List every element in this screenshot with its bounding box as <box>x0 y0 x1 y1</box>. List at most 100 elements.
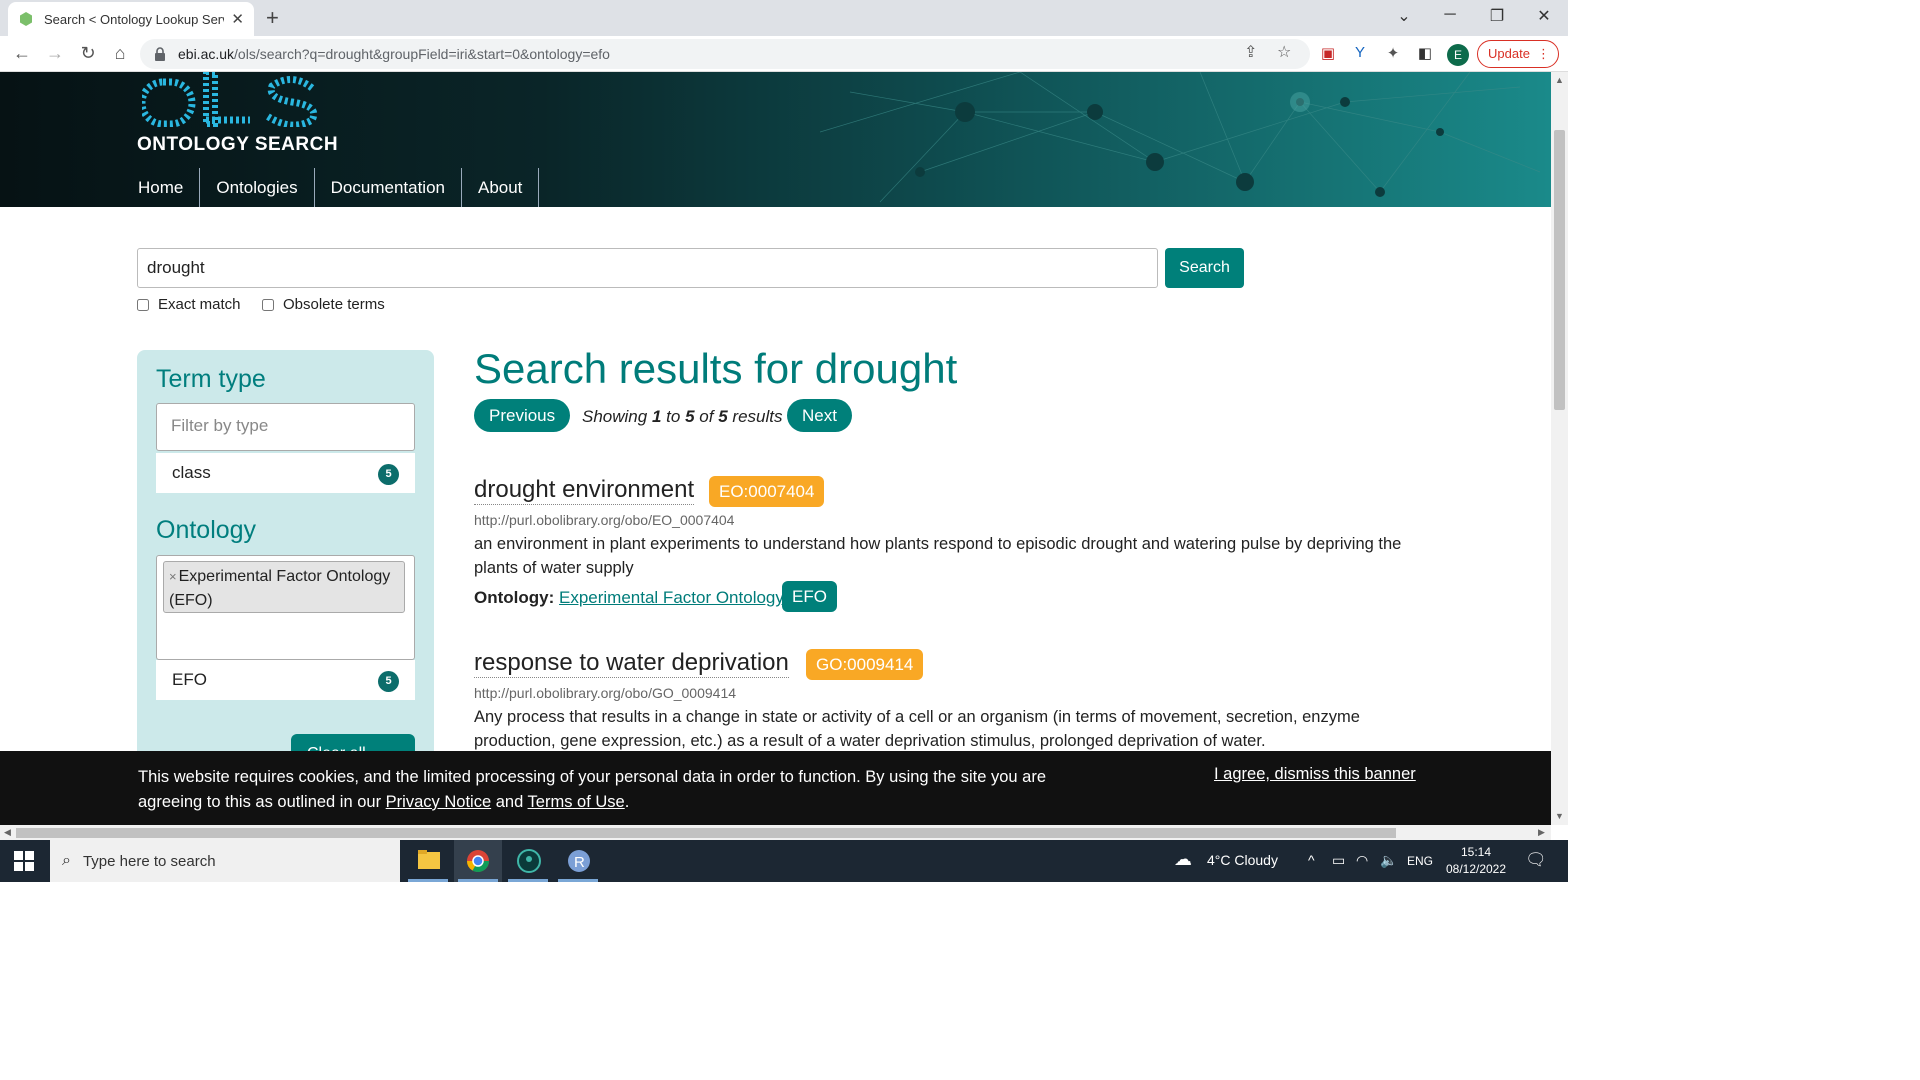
cookie-text: This website requires cookies, and the l… <box>138 765 1068 815</box>
nav-documentation[interactable]: Documentation <box>315 168 462 207</box>
browser-tab-bar: Search < Ontology Lookup Servi ✕ + ⌄ ─ ❐… <box>0 0 1568 36</box>
cookie-and: and <box>495 793 524 811</box>
home-icon[interactable]: ⌂ <box>109 43 131 64</box>
url-text: ebi.ac.uk/ols/search?q=drought&groupFiel… <box>178 46 610 62</box>
window-close-icon[interactable]: ✕ <box>1534 6 1554 26</box>
wifi-icon[interactable]: ◠ <box>1356 852 1368 869</box>
lock-icon <box>155 47 165 61</box>
language-indicator[interactable]: ENG <box>1407 854 1433 868</box>
volume-icon[interactable]: 🔈 <box>1380 852 1397 869</box>
running-indicator <box>558 879 598 882</box>
facet-efo[interactable]: EFO 5 <box>156 660 415 700</box>
result-description: Any process that results in a change in … <box>474 708 1360 750</box>
search-button[interactable]: Search <box>1165 248 1244 288</box>
showing-suffix: results <box>732 407 783 426</box>
scroll-down-icon[interactable]: ▼ <box>1555 811 1564 821</box>
close-tab-icon[interactable]: ✕ <box>231 10 244 28</box>
site-header: ONTOLOGY SEARCH Home Ontologies Document… <box>0 72 1551 207</box>
address-bar[interactable]: ebi.ac.uk/ols/search?q=drought&groupFiel… <box>140 39 1310 69</box>
next-button[interactable]: Next <box>787 399 852 432</box>
network-background-graphic <box>820 72 1541 203</box>
side-panel-icon[interactable]: ◧ <box>1415 44 1435 64</box>
scroll-up-icon[interactable]: ▲ <box>1555 75 1564 85</box>
result-title-link[interactable]: drought environment <box>474 476 695 505</box>
url-path: /ols/search?q=drought&groupField=iri&sta… <box>234 46 610 62</box>
exact-match-checkbox[interactable] <box>137 298 149 311</box>
tray-chevron-icon[interactable]: ^ <box>1308 852 1315 868</box>
windows-start-icon[interactable] <box>14 851 34 871</box>
bookmark-star-icon[interactable]: ☆ <box>1277 42 1291 62</box>
term-type-heading: Term type <box>156 365 266 393</box>
tab-search-chevron-icon[interactable]: ⌄ <box>1394 6 1414 26</box>
url-host: ebi.ac.uk <box>178 46 235 62</box>
terms-of-use-link[interactable]: Terms of Use <box>528 793 625 811</box>
taskbar-search-placeholder: Type here to search <box>82 852 216 870</box>
ontology-heading: Ontology <box>156 516 257 544</box>
forward-icon[interactable]: → <box>44 43 66 64</box>
profile-avatar[interactable]: E <box>1447 44 1469 66</box>
obsolete-terms-checkbox[interactable] <box>262 298 274 311</box>
extension-y-icon[interactable]: Y <box>1350 44 1370 64</box>
clock-date: 08/12/2022 <box>1445 862 1507 876</box>
result-title-link[interactable]: response to water deprivation <box>474 649 789 678</box>
extension-pdf-icon[interactable]: ▣ <box>1318 44 1338 64</box>
r-taskbar-icon[interactable]: R <box>554 840 602 882</box>
weather-cloud-icon[interactable]: ☁ <box>1174 849 1192 870</box>
tab-title: Search < Ontology Lookup Servi <box>44 11 224 27</box>
dismiss-banner-link[interactable]: I agree, dismiss this banner <box>1214 765 1416 784</box>
app-taskbar-icon[interactable] <box>504 840 552 882</box>
minimize-icon[interactable]: ─ <box>1440 6 1460 24</box>
filter-by-type-input[interactable]: Filter by type <box>156 403 415 451</box>
result-ontology-line: Ontology: Experimental Factor Ontology <box>474 588 784 608</box>
browser-tab[interactable]: Search < Ontology Lookup Servi ✕ <box>8 2 254 36</box>
chrome-taskbar-icon[interactable] <box>454 840 502 882</box>
exact-match-option[interactable]: Exact match <box>137 296 241 313</box>
exact-match-label: Exact match <box>158 296 241 313</box>
showing-of-word: of <box>699 407 714 426</box>
horizontal-scrollbar[interactable]: ◀ ▶ <box>0 825 1551 840</box>
horizontal-scroll-thumb[interactable] <box>16 828 1396 838</box>
notifications-icon[interactable]: 🗨 <box>1525 850 1547 870</box>
obsolete-terms-label: Obsolete terms <box>283 296 385 313</box>
scroll-right-icon[interactable]: ▶ <box>1538 827 1545 838</box>
share-icon[interactable]: ⇪ <box>1244 42 1257 62</box>
results-heading: Search results for drought <box>474 345 958 392</box>
windows-taskbar: ⌕ Type here to search R ☁ 4°C Cloudy ^ ▭… <box>0 840 1568 882</box>
ontology-name-link[interactable]: Experimental Factor Ontology <box>559 588 784 607</box>
previous-button[interactable]: Previous <box>474 399 571 432</box>
term-id-badge[interactable]: GO:0009414 <box>806 649 924 680</box>
facet-label: class <box>172 463 211 482</box>
ontology-select[interactable]: × Experimental Factor Ontology (EFO) <box>156 555 415 660</box>
battery-icon[interactable]: ▭ <box>1332 852 1345 869</box>
vertical-scrollbar[interactable]: ▲ ▼ <box>1551 72 1568 825</box>
search-input[interactable] <box>137 248 1158 288</box>
nav-ontologies[interactable]: Ontologies <box>200 168 315 207</box>
extensions-puzzle-icon[interactable]: ✦ <box>1383 44 1403 64</box>
back-icon[interactable]: ← <box>11 43 33 64</box>
facet-count-badge: 5 <box>378 671 399 692</box>
search-icon: ⌕ <box>62 852 71 869</box>
clock[interactable]: 15:14 08/12/2022 <box>1440 844 1512 878</box>
cookie-period: . <box>624 793 630 811</box>
nav-home[interactable]: Home <box>122 168 201 207</box>
svg-text:R: R <box>574 854 585 871</box>
filter-sidebar: Term type Filter by type class 5 Ontolog… <box>137 350 434 780</box>
update-button[interactable]: Update ⋮ <box>1477 40 1559 68</box>
weather-text[interactable]: 4°C Cloudy <box>1207 852 1278 868</box>
ontology-badge[interactable]: EFO <box>782 581 837 612</box>
obsolete-terms-option[interactable]: Obsolete terms <box>262 296 385 313</box>
result-iri: http://purl.obolibrary.org/obo/EO_000740… <box>474 512 735 528</box>
privacy-notice-link[interactable]: Privacy Notice <box>386 793 491 811</box>
vertical-scroll-thumb[interactable] <box>1554 130 1565 410</box>
taskbar-search-box[interactable]: ⌕ Type here to search <box>50 840 400 882</box>
file-explorer-icon[interactable] <box>404 840 452 882</box>
nav-about[interactable]: About <box>462 168 540 207</box>
reload-icon[interactable]: ↻ <box>77 43 99 64</box>
scroll-left-icon[interactable]: ◀ <box>4 827 11 838</box>
remove-chip-icon[interactable]: × <box>169 569 177 584</box>
restore-icon[interactable]: ❐ <box>1487 6 1507 26</box>
facet-class[interactable]: class 5 <box>156 453 415 493</box>
term-id-badge[interactable]: EO:0007404 <box>709 476 825 507</box>
new-tab-icon[interactable]: + <box>266 5 279 31</box>
update-label: Update <box>1488 46 1530 61</box>
